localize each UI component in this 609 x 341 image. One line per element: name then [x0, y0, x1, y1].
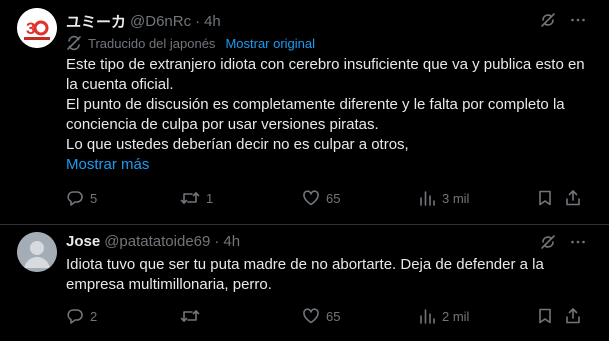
- avatar[interactable]: 3: [17, 8, 57, 48]
- share-button[interactable]: [564, 188, 582, 208]
- share-icon: [564, 307, 582, 325]
- translation-notice: Traducido del japonés Mostrar original: [66, 35, 315, 51]
- views-count: 3 mil: [442, 190, 470, 206]
- tweet-text-line: Lo que ustedes deberían decir no es culp…: [66, 136, 409, 153]
- separator-dot: ·: [214, 233, 220, 250]
- bookmark-icon: [536, 307, 554, 325]
- default-avatar-icon: [17, 232, 57, 272]
- like-icon: [302, 189, 320, 207]
- like-button[interactable]: 65: [302, 188, 340, 208]
- tweet-header: ユミーカ @D6nRc · 4h: [66, 11, 221, 32]
- repost-button[interactable]: 1: [180, 188, 213, 208]
- bookmark-button[interactable]: [536, 306, 554, 326]
- tweet-text-line: Idiota tuvo que ser tu puta madre de no …: [66, 256, 544, 293]
- show-original-link[interactable]: Mostrar original: [225, 36, 315, 51]
- share-icon: [564, 189, 582, 207]
- tweet[interactable]: Jose @patatatoide69 · 4h Idiota tuvo que…: [0, 225, 609, 341]
- avatar[interactable]: [17, 232, 57, 272]
- repost-button[interactable]: [180, 306, 206, 326]
- like-icon: [302, 307, 320, 325]
- reply-icon: [66, 307, 84, 325]
- tweet-header: Jose @patatatoide69 · 4h: [66, 233, 240, 250]
- views-icon: [418, 189, 436, 207]
- repost-count: 1: [206, 190, 214, 206]
- more-icon[interactable]: [569, 233, 587, 251]
- repost-icon: [180, 307, 200, 325]
- reply-count: 2: [90, 308, 98, 324]
- views-count: 2 mil: [442, 308, 470, 324]
- tweet-top-actions: [539, 11, 587, 29]
- views-button[interactable]: 3 mil: [418, 188, 469, 208]
- like-count: 65: [326, 308, 341, 324]
- translated-label: Traducido del japonés: [88, 35, 216, 51]
- more-icon[interactable]: [569, 11, 587, 29]
- show-more-link[interactable]: Mostrar más: [66, 156, 149, 173]
- reply-button[interactable]: 5: [66, 188, 97, 208]
- views-button[interactable]: 2 mil: [418, 306, 469, 326]
- share-button[interactable]: [564, 306, 582, 326]
- tweet-actions: 2 65 2 mil: [66, 306, 586, 326]
- views-icon: [418, 307, 436, 325]
- tweet-text-line: El punto de discusión es completamente d…: [66, 96, 565, 133]
- bookmark-icon: [536, 189, 554, 207]
- tweet-text-line: Este tipo de extranjero idiota con cereb…: [66, 56, 585, 93]
- avatar-logo-icon: 3: [17, 8, 57, 48]
- author-name[interactable]: Jose: [66, 233, 100, 250]
- grok-icon[interactable]: [539, 233, 557, 251]
- tweet[interactable]: 3 ユミーカ @D6nRc · 4h Traducido del japonés…: [0, 0, 609, 225]
- reply-icon: [66, 189, 84, 207]
- like-button[interactable]: 65: [302, 306, 340, 326]
- author-name[interactable]: ユミーカ: [66, 11, 126, 32]
- tweet-text: Este tipo de extranjero idiota con cereb…: [66, 55, 596, 155]
- bookmark-button[interactable]: [536, 188, 554, 208]
- author-handle[interactable]: @D6nRc: [130, 13, 191, 30]
- translate-icon: [66, 35, 82, 51]
- tweet-actions: 5 1 65 3 mil: [66, 188, 586, 208]
- grok-icon[interactable]: [539, 11, 557, 29]
- separator-dot: ·: [195, 13, 201, 30]
- tweet-top-actions: [539, 233, 587, 251]
- timestamp[interactable]: 4h: [204, 13, 221, 30]
- reply-button[interactable]: 2: [66, 306, 97, 326]
- like-count: 65: [326, 190, 341, 206]
- timestamp[interactable]: 4h: [223, 233, 240, 250]
- repost-icon: [180, 189, 200, 207]
- tweet-text: Idiota tuvo que ser tu puta madre de no …: [66, 255, 596, 295]
- author-handle[interactable]: @patatatoide69: [104, 233, 210, 250]
- reply-count: 5: [90, 190, 98, 206]
